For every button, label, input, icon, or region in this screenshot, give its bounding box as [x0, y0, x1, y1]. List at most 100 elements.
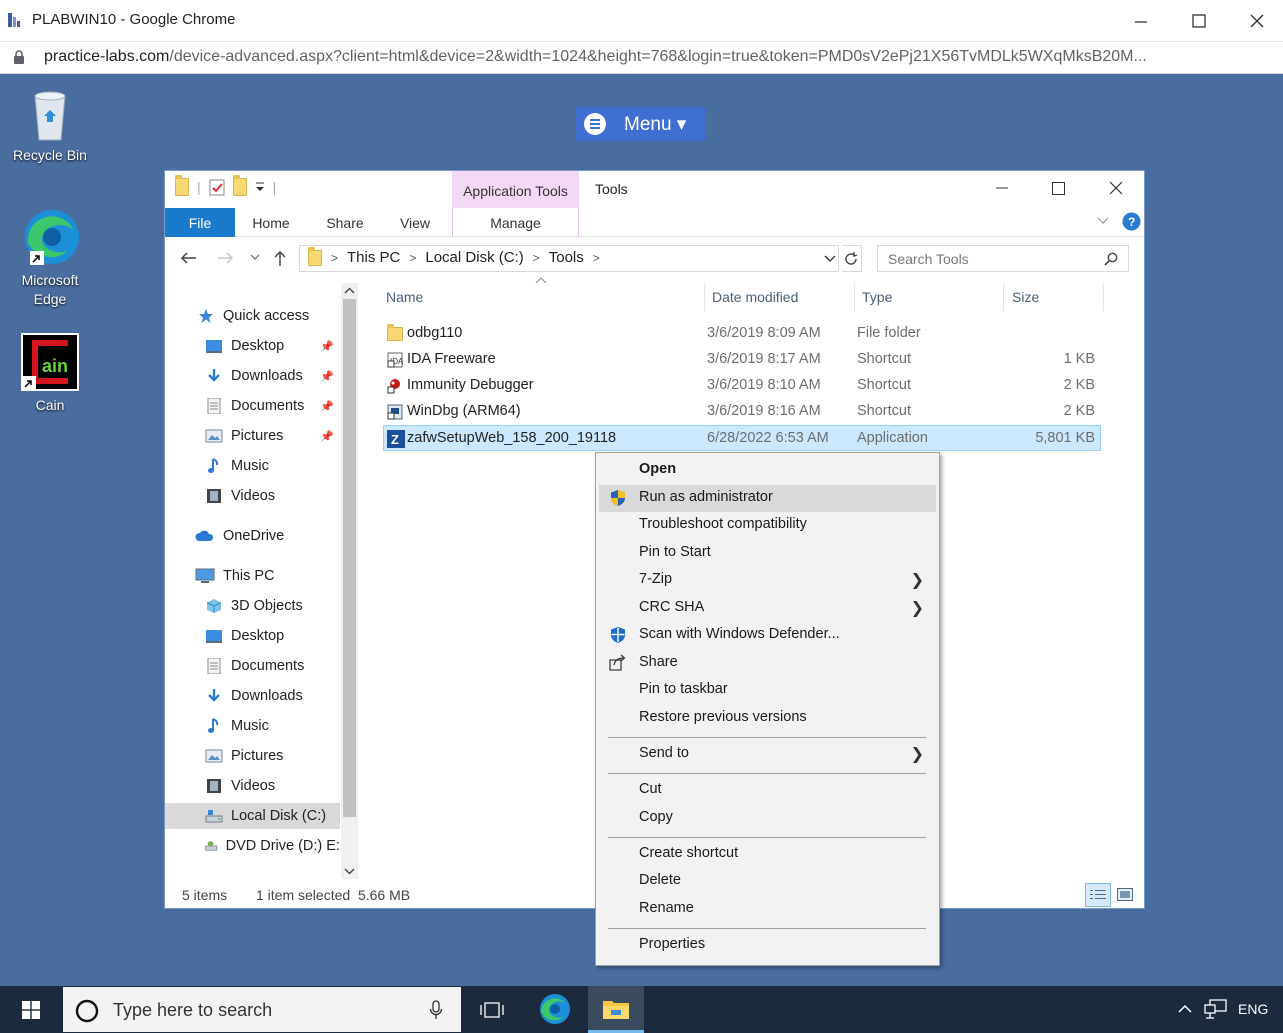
up-arrow-icon[interactable] — [273, 249, 287, 267]
tab-file[interactable]: File — [165, 208, 235, 237]
new-folder-icon[interactable] — [232, 175, 247, 196]
nav-item-pictures-pc[interactable]: Pictures — [165, 743, 340, 769]
column-divider[interactable] — [1103, 283, 1104, 311]
column-divider[interactable] — [1003, 283, 1004, 311]
menu-item-troubleshoot-compatibility[interactable]: Troubleshoot compatibility — [599, 512, 936, 539]
menu-item-run-as-administrator[interactable]: Run as administrator — [599, 485, 936, 512]
scrollbar-thumb[interactable] — [343, 299, 356, 817]
nav-item-documents[interactable]: Documents 📌 — [165, 393, 340, 419]
nav-item-videos[interactable]: Videos — [165, 483, 340, 509]
menu-item-pin-to-taskbar[interactable]: Pin to taskbar — [599, 677, 936, 704]
column-header-date-modified[interactable]: Date modified — [712, 283, 798, 311]
nav-item-videos-pc[interactable]: Videos — [165, 773, 340, 799]
desktop-icon-cain[interactable]: ain Cain — [5, 332, 95, 415]
taskbar-app-file-explorer[interactable] — [588, 986, 644, 1033]
help-icon[interactable]: ? — [1122, 212, 1141, 231]
nav-item-documents-pc[interactable]: Documents — [165, 653, 340, 679]
address-dropdown-chevron-icon[interactable] — [824, 255, 836, 263]
language-indicator[interactable]: ENG — [1238, 1001, 1268, 1017]
menu-item-create-shortcut[interactable]: Create shortcut — [599, 841, 936, 868]
search-input[interactable]: Search Tools — [877, 245, 1129, 272]
nav-item-pictures[interactable]: Pictures 📌 — [165, 423, 340, 449]
explorer-close-button[interactable] — [1087, 171, 1145, 205]
start-button[interactable] — [0, 986, 62, 1033]
nav-item-local-disk[interactable]: Local Disk (C:) — [165, 803, 340, 829]
column-divider[interactable] — [704, 283, 705, 311]
scroll-down-chevron-icon[interactable] — [344, 868, 355, 875]
menu-item-send-to[interactable]: Send to ❯ — [599, 741, 936, 768]
explorer-minimize-button[interactable] — [973, 171, 1031, 205]
nav-item-music[interactable]: Music — [165, 453, 340, 479]
breadcrumb-tools[interactable]: Tools — [549, 249, 584, 266]
file-row-zafwsetupweb[interactable]: Z zafwSetupWeb_158_200_19118 6/28/2022 6… — [383, 425, 1101, 451]
nav-item-onedrive[interactable]: OneDrive — [165, 523, 340, 549]
network-icon[interactable] — [1204, 999, 1228, 1019]
nav-item-music-pc[interactable]: Music — [165, 713, 340, 739]
back-arrow-icon[interactable] — [179, 251, 197, 265]
column-header-type[interactable]: Type — [862, 283, 892, 311]
address-bar[interactable]: practice-labs.com/device-advanced.aspx?c… — [0, 42, 1283, 74]
file-row-odbg110[interactable]: odbg110 3/6/2019 8:09 AM File folder — [383, 321, 1101, 347]
forward-arrow-icon[interactable] — [217, 251, 235, 265]
breadcrumb-separator[interactable]: > — [533, 251, 540, 265]
show-hidden-icons-chevron-icon[interactable] — [1178, 1004, 1192, 1013]
expand-ribbon-chevron-icon[interactable] — [1097, 217, 1109, 225]
remote-menu-button[interactable]: Menu ▾ — [576, 107, 705, 141]
taskbar-app-edge[interactable] — [530, 986, 580, 1033]
menu-item-pin-to-start[interactable]: Pin to Start — [599, 540, 936, 567]
recent-locations-chevron-icon[interactable] — [250, 254, 260, 261]
desktop-icon-microsoft-edge[interactable]: Microsoft Edge — [5, 207, 95, 309]
menu-item-rename[interactable]: Rename — [599, 896, 936, 923]
column-header-name[interactable]: Name — [386, 283, 423, 311]
menu-item-copy[interactable]: Copy — [599, 805, 936, 832]
breadcrumb-separator[interactable]: > — [593, 251, 600, 265]
details-view-button[interactable] — [1085, 883, 1111, 907]
customize-qat-dropdown-icon[interactable] — [255, 181, 265, 193]
nav-item-3d-objects[interactable]: 3D Objects — [165, 593, 340, 619]
large-icons-view-icon[interactable] — [1117, 888, 1133, 902]
scroll-up-chevron-icon[interactable] — [344, 287, 355, 294]
nav-item-desktop[interactable]: Desktop 📌 — [165, 333, 340, 359]
nav-item-this-pc[interactable]: This PC — [165, 563, 340, 589]
file-row-windbg[interactable]: WinDbg (ARM64) 3/6/2019 8:16 AM Shortcut… — [383, 399, 1101, 425]
nav-item-desktop-pc[interactable]: Desktop — [165, 623, 340, 649]
nav-item-downloads-pc[interactable]: Downloads — [165, 683, 340, 709]
nav-item-quick-access[interactable]: Quick access — [165, 303, 340, 329]
breadcrumb-separator[interactable]: > — [409, 251, 416, 265]
task-view-button[interactable] — [470, 986, 514, 1033]
menu-item-scan-with-defender[interactable]: Scan with Windows Defender... — [599, 622, 936, 649]
desktop-icon-recycle-bin[interactable]: Recycle Bin — [5, 86, 95, 165]
breadcrumb-local-disk[interactable]: Local Disk (C:) — [425, 249, 523, 266]
nav-item-dvd-drive[interactable]: DVD Drive (D:) E: — [165, 833, 340, 859]
minimize-button[interactable] — [1112, 0, 1170, 42]
taskbar-search-box[interactable]: Type here to search — [62, 986, 462, 1033]
menu-item-crc-sha[interactable]: CRC SHA ❯ — [599, 595, 936, 622]
refresh-button[interactable] — [842, 245, 862, 272]
explorer-address-bar[interactable]: > This PC > Local Disk (C:) > Tools > — [299, 245, 839, 272]
menu-item-cut[interactable]: Cut — [599, 777, 936, 804]
microphone-icon[interactable] — [429, 1000, 443, 1020]
tab-home[interactable]: Home — [245, 208, 297, 237]
file-row-immunity-debugger[interactable]: Immunity Debugger 3/6/2019 8:10 AM Short… — [383, 373, 1101, 399]
tab-manage[interactable]: Manage — [452, 208, 579, 237]
file-row-ida-freeware[interactable]: IDA IDA Freeware 3/6/2019 8:17 AM Shortc… — [383, 347, 1101, 373]
explorer-maximize-button[interactable] — [1029, 171, 1087, 205]
close-button[interactable] — [1228, 0, 1283, 42]
url-text[interactable]: practice-labs.com/device-advanced.aspx?c… — [44, 48, 1147, 66]
column-header-size[interactable]: Size — [1012, 283, 1039, 311]
menu-item-share[interactable]: Share — [599, 650, 936, 677]
menu-item-7zip[interactable]: 7-Zip ❯ — [599, 567, 936, 594]
maximize-button[interactable] — [1170, 0, 1228, 42]
tab-view[interactable]: View — [393, 208, 437, 237]
navigation-pane-scrollbar[interactable] — [341, 283, 358, 879]
nav-item-downloads[interactable]: Downloads 📌 — [165, 363, 340, 389]
menu-item-properties[interactable]: Properties — [599, 932, 936, 959]
column-divider[interactable] — [854, 283, 855, 311]
properties-checkmark-icon[interactable] — [209, 178, 225, 196]
menu-item-open[interactable]: Open — [599, 457, 936, 484]
breadcrumb-separator[interactable]: > — [331, 251, 338, 265]
breadcrumb-this-pc[interactable]: This PC — [347, 249, 400, 266]
menu-item-delete[interactable]: Delete — [599, 868, 936, 895]
tab-share[interactable]: Share — [320, 208, 370, 237]
menu-item-restore-previous-versions[interactable]: Restore previous versions — [599, 705, 936, 732]
